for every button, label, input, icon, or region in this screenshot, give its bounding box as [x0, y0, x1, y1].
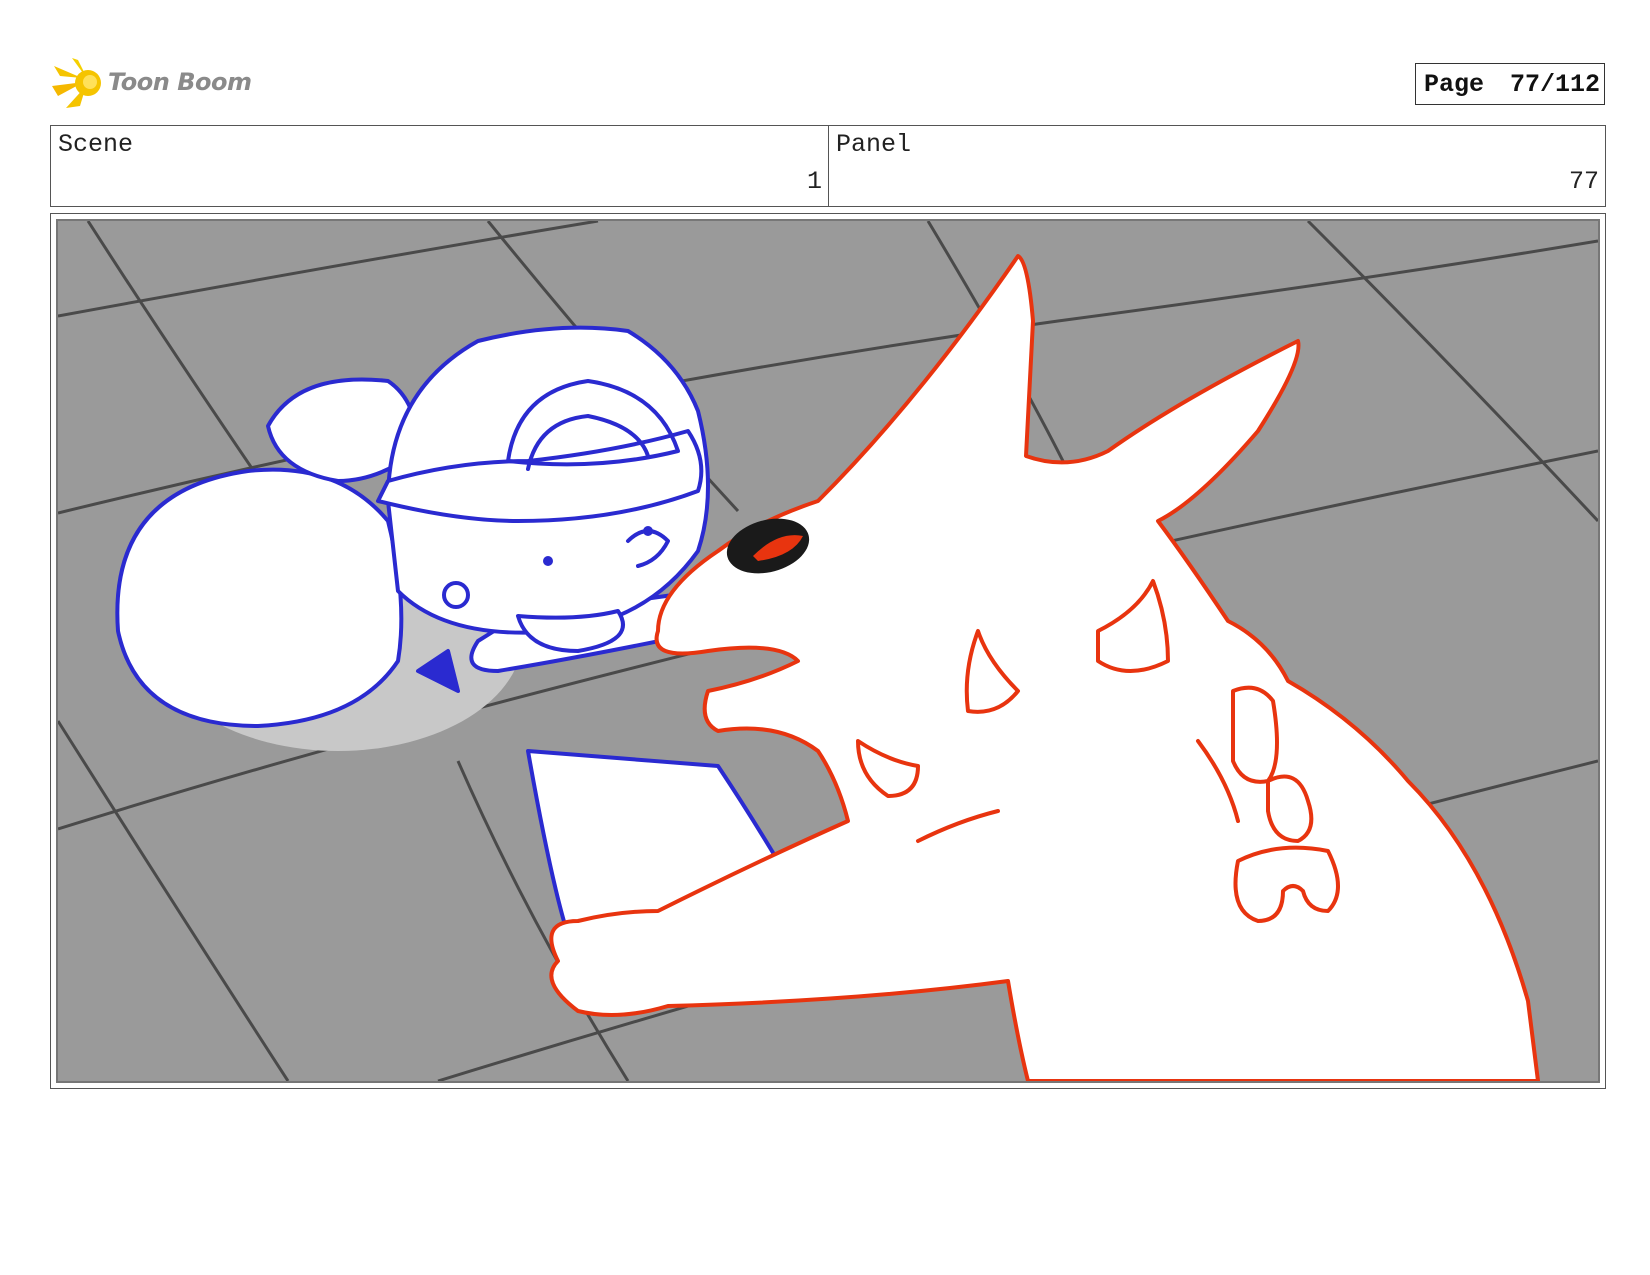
scene-label: Scene: [58, 130, 134, 159]
scene-cell: Scene 1: [51, 126, 829, 206]
toon-boom-logo: Toon Boom: [52, 56, 252, 112]
storyboard-frame: [50, 213, 1606, 1089]
starburst-icon: [52, 58, 101, 108]
storyboard-sketch-icon: [58, 221, 1598, 1081]
page-number: 77/112: [1510, 69, 1601, 99]
page-label: Page: [1424, 69, 1485, 99]
storyboard-panel-image: [56, 219, 1600, 1083]
page-indicator: Page 77/112: [1415, 63, 1605, 105]
logo-text: Toon Boom: [108, 68, 252, 96]
scene-value: 1: [806, 167, 822, 196]
panel-value: 77: [1568, 167, 1599, 196]
scene-panel-table: Scene 1 Panel 77: [50, 125, 1606, 207]
panel-cell: Panel 77: [829, 126, 1605, 206]
panel-label: Panel: [836, 130, 912, 159]
